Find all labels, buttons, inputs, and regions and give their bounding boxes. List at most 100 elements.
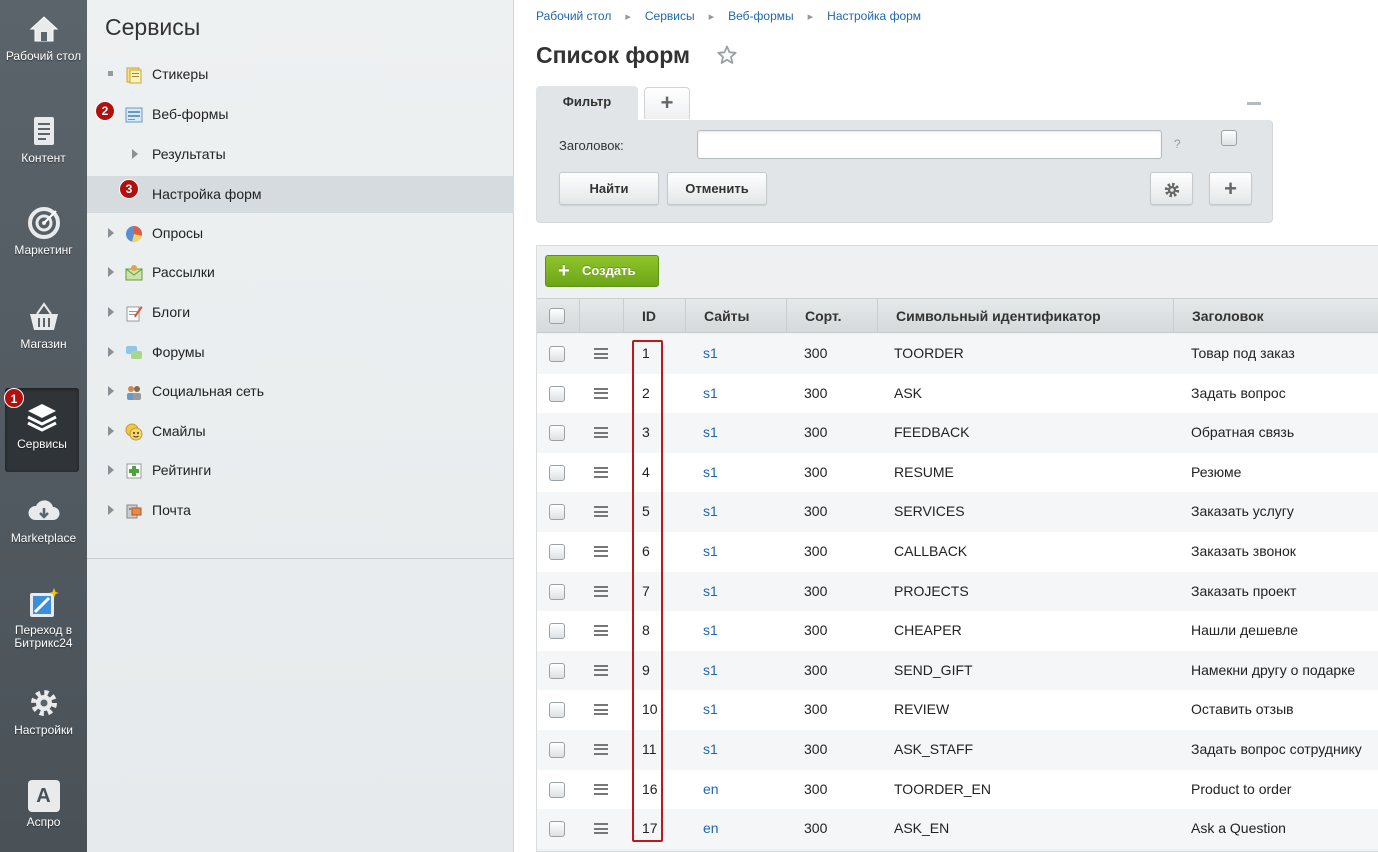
panel-item-results[interactable]: Результаты xyxy=(87,136,514,172)
vmenu-item-desktop[interactable]: Рабочий стол xyxy=(0,12,87,63)
panel-item-mail[interactable]: Почта xyxy=(87,492,514,528)
row-checkbox[interactable] xyxy=(549,623,565,640)
vmenu-item-bitrix24[interactable]: Переход в Битрикс24 xyxy=(0,586,87,650)
panel-item-stickers[interactable]: Стикеры xyxy=(87,56,514,92)
column-header-sites[interactable]: Сайты xyxy=(686,299,787,333)
expand-arrow-icon[interactable] xyxy=(108,386,114,396)
row-checkbox[interactable] xyxy=(549,346,565,362)
column-header-title[interactable]: Заголовок xyxy=(1174,299,1378,333)
cancel-button[interactable]: Отменить xyxy=(667,172,767,205)
vmenu-item-marketing[interactable]: Маркетинг xyxy=(0,206,87,257)
panel-item-blogs[interactable]: Блоги xyxy=(87,294,514,330)
panel-item-polls[interactable]: Опросы xyxy=(87,215,514,251)
table-row[interactable]: 8 s1 300 CHEAPER Нашли дешевле xyxy=(537,611,1378,651)
panel-item-social-network[interactable]: Социальная сеть xyxy=(87,373,514,409)
cell-site-link[interactable]: s1 xyxy=(703,532,718,571)
cell-site-link[interactable]: s1 xyxy=(703,413,718,452)
row-menu-icon[interactable] xyxy=(594,823,608,835)
cell-site-link[interactable]: s1 xyxy=(703,572,718,611)
table-row[interactable]: 17 en 300 ASK_EN Ask a Question xyxy=(537,809,1378,849)
create-button[interactable]: + Создать xyxy=(545,255,659,287)
column-header-id[interactable]: ID xyxy=(624,299,686,333)
row-menu-icon[interactable] xyxy=(594,506,608,518)
row-menu-icon[interactable] xyxy=(594,625,608,637)
row-checkbox[interactable] xyxy=(549,504,565,521)
vmenu-item-shop[interactable]: Магазин xyxy=(0,300,87,351)
row-menu-icon[interactable] xyxy=(594,387,608,399)
panel-item-smiles[interactable]: Смайлы xyxy=(87,413,514,449)
row-checkbox[interactable] xyxy=(549,425,565,442)
tab-filter[interactable]: Фильтр xyxy=(536,86,638,120)
cell-site-link[interactable]: s1 xyxy=(703,453,718,492)
table-row[interactable]: 10 s1 300 REVIEW Оставить отзыв xyxy=(537,690,1378,730)
row-checkbox[interactable] xyxy=(549,781,565,798)
star-icon[interactable] xyxy=(717,45,737,65)
row-menu-icon[interactable] xyxy=(594,664,608,676)
row-checkbox[interactable] xyxy=(549,543,565,560)
find-button[interactable]: Найти xyxy=(559,172,659,205)
add-filter-field-button[interactable]: + xyxy=(1209,172,1252,205)
row-menu-icon[interactable] xyxy=(594,585,608,597)
panel-item-webforms[interactable]: 2 Веб-формы xyxy=(87,96,514,132)
expand-arrow-icon[interactable] xyxy=(108,228,114,238)
vmenu-item-aspro[interactable]: A Аспро xyxy=(0,780,87,829)
row-checkbox[interactable] xyxy=(549,741,565,758)
filter-field-checkbox[interactable] xyxy=(1221,130,1237,146)
panel-item-forums[interactable]: Форумы xyxy=(87,334,514,370)
table-row[interactable]: 11 s1 300 ASK_STAFF Задать вопрос сотруднику xyxy=(537,729,1378,770)
breadcrumb-item-webforms[interactable]: Веб-формы xyxy=(728,9,794,23)
add-filter-tab-button[interactable]: + xyxy=(644,87,690,119)
breadcrumb-item-desktop[interactable]: Рабочий стол xyxy=(536,9,611,23)
table-row[interactable]: 5 s1 300 SERVICES Заказать услугу xyxy=(537,492,1378,532)
table-row[interactable]: 16 en 300 TOORDER_EN Product to order xyxy=(537,769,1378,810)
expand-arrow-icon[interactable] xyxy=(108,426,114,436)
vmenu-item-content[interactable]: Контент xyxy=(0,114,87,165)
filter-title-input[interactable] xyxy=(697,130,1162,159)
cell-site-link[interactable]: s1 xyxy=(703,492,718,531)
vmenu-item-settings[interactable]: Настройки xyxy=(0,686,87,737)
table-row[interactable]: 7 s1 300 PROJECTS Заказать проект xyxy=(537,571,1378,612)
row-menu-icon[interactable] xyxy=(594,545,608,557)
help-icon[interactable]: ? xyxy=(1174,137,1181,151)
table-row[interactable]: 9 s1 300 SEND_GIFT Намекни другу о подарке xyxy=(537,650,1378,691)
row-checkbox[interactable] xyxy=(549,385,565,402)
row-menu-icon[interactable] xyxy=(594,743,608,755)
filter-settings-button[interactable] xyxy=(1150,172,1193,205)
vmenu-item-marketplace[interactable]: Marketplace xyxy=(0,494,87,545)
panel-item-ratings[interactable]: Рейтинги xyxy=(87,452,514,488)
row-menu-icon[interactable] xyxy=(594,427,608,439)
collapse-filter-icon[interactable] xyxy=(1247,102,1261,105)
row-menu-icon[interactable] xyxy=(594,783,608,795)
cell-site-link[interactable]: s1 xyxy=(703,334,718,373)
row-checkbox[interactable] xyxy=(549,702,565,719)
table-row[interactable]: 2 s1 300 ASK Задать вопрос xyxy=(537,373,1378,414)
row-checkbox[interactable] xyxy=(549,583,565,600)
cell-site-link[interactable]: s1 xyxy=(703,611,718,650)
column-header-sort[interactable]: Сорт. xyxy=(787,299,878,333)
panel-item-form-settings[interactable]: 3 Настройка форм xyxy=(87,176,514,213)
cell-site-link[interactable]: s1 xyxy=(703,651,718,690)
breadcrumb-item-services[interactable]: Сервисы xyxy=(645,9,695,23)
cell-site-link[interactable]: s1 xyxy=(703,690,718,729)
column-header-code[interactable]: Символьный идентификатор xyxy=(878,299,1174,333)
panel-item-mailings[interactable]: Рассылки xyxy=(87,254,514,290)
table-row[interactable]: 4 s1 300 RESUME Резюме xyxy=(537,452,1378,493)
cell-site-link[interactable]: en xyxy=(703,809,719,848)
cell-site-link[interactable]: en xyxy=(703,770,719,809)
row-checkbox[interactable] xyxy=(549,821,565,838)
vmenu-item-services[interactable]: 1 Сервисы xyxy=(4,388,79,472)
breadcrumb-item-form-settings[interactable]: Настройка форм xyxy=(827,9,921,23)
row-checkbox[interactable] xyxy=(549,662,565,679)
row-menu-icon[interactable] xyxy=(594,466,608,478)
cell-site-link[interactable]: s1 xyxy=(703,730,718,769)
expand-arrow-icon[interactable] xyxy=(108,465,114,475)
expand-arrow-icon[interactable] xyxy=(108,347,114,357)
table-row[interactable]: 1 s1 300 TOORDER Товар под заказ xyxy=(537,334,1378,374)
row-menu-icon[interactable] xyxy=(594,704,608,716)
table-row[interactable]: 6 s1 300 CALLBACK Заказать звонок xyxy=(537,531,1378,572)
expand-arrow-icon[interactable] xyxy=(132,149,138,159)
select-all-checkbox[interactable] xyxy=(549,308,565,324)
expand-arrow-icon[interactable] xyxy=(108,505,114,515)
expand-arrow-icon[interactable] xyxy=(108,307,114,317)
expand-arrow-icon[interactable] xyxy=(108,267,114,277)
